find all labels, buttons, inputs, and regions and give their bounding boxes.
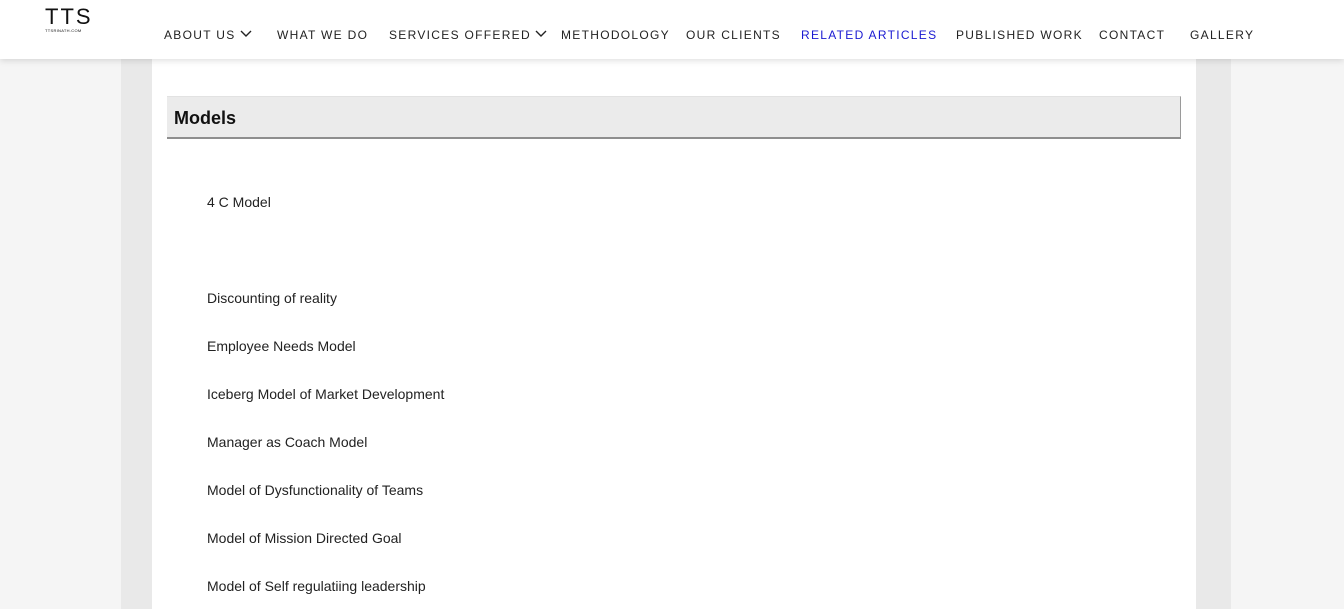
section-title: Models: [174, 108, 237, 128]
logo-text: TTS: [45, 4, 93, 29]
nav-item-label: SERVICES OFFERED: [389, 28, 531, 42]
nav-item-services-offered[interactable]: SERVICES OFFERED: [389, 27, 547, 43]
nav-item-label: OUR CLIENTS: [686, 28, 781, 42]
content-panel: [152, 59, 1196, 609]
nav-item-label: PUBLISHED WORK: [956, 28, 1083, 42]
nav-item-contact[interactable]: CONTACT: [1099, 27, 1165, 43]
chevron-down-icon: [535, 30, 547, 38]
chevron-down-icon: [240, 30, 252, 38]
model-link-dysfunctionality-of-teams[interactable]: Model of Dysfunctionality of Teams: [207, 482, 423, 498]
nav-item-label: WHAT WE DO: [277, 28, 369, 42]
model-link-mission-directed-goal[interactable]: Model of Mission Directed Goal: [207, 530, 402, 546]
nav-item-related-articles[interactable]: RELATED ARTICLES: [801, 27, 937, 43]
nav-item-published-work[interactable]: PUBLISHED WORK: [956, 27, 1083, 43]
nav-item-our-clients[interactable]: OUR CLIENTS: [686, 27, 781, 43]
model-link-4c[interactable]: 4 C Model: [207, 194, 271, 210]
model-link-iceberg[interactable]: Iceberg Model of Market Development: [207, 386, 444, 402]
nav-item-what-we-do[interactable]: WHAT WE DO: [277, 27, 368, 43]
model-link-self-regulating-leadership[interactable]: Model of Self regulatiing leadership: [207, 578, 426, 594]
nav-item-about-us[interactable]: ABOUT US: [164, 27, 252, 43]
nav-item-label: METHODOLOGY: [561, 28, 670, 42]
model-link-discounting-of-reality[interactable]: Discounting of reality: [207, 290, 337, 306]
section-header: Models: [167, 96, 1181, 139]
model-link-employee-needs[interactable]: Employee Needs Model: [207, 338, 356, 354]
nav-item-methodology[interactable]: METHODOLOGY: [561, 27, 670, 43]
model-link-manager-as-coach[interactable]: Manager as Coach Model: [207, 434, 367, 450]
nav-item-gallery[interactable]: GALLERY: [1190, 27, 1254, 43]
nav-item-label: CONTACT: [1099, 28, 1166, 42]
site-header: TTS TTSRINATH.COM ABOUT US WHAT WE DO SE…: [0, 0, 1344, 59]
nav-item-label: ABOUT US: [164, 28, 236, 42]
nav-item-label: GALLERY: [1190, 28, 1255, 42]
site-logo[interactable]: TTS TTSRINATH.COM: [45, 6, 97, 36]
nav-item-label: RELATED ARTICLES: [801, 28, 938, 42]
